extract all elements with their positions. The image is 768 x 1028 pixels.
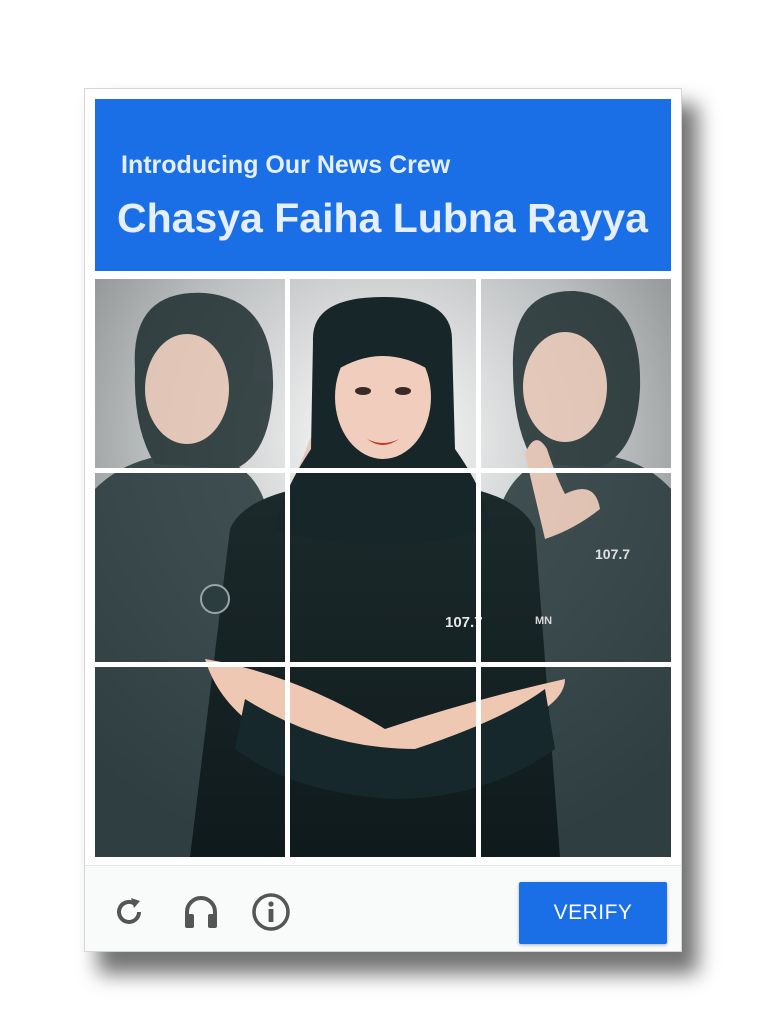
image-grid[interactable]: 107.7 107.7 MN (95, 279, 671, 857)
grid-divider (285, 279, 290, 857)
header-title: Chasya Faiha Lubna Rayya (117, 195, 648, 241)
headphones-icon[interactable] (179, 890, 223, 934)
svg-text:MN: MN (535, 615, 552, 627)
verify-button[interactable]: VERIFY (519, 882, 667, 944)
svg-text:107.7: 107.7 (595, 546, 630, 562)
header-subtitle: Introducing Our News Crew (121, 151, 451, 179)
captcha-card: Introducing Our News Crew Chasya Faiha L… (84, 88, 682, 952)
reload-icon[interactable] (107, 890, 151, 934)
grid-divider (95, 468, 671, 473)
grid-divider (476, 279, 481, 857)
crew-photo: 107.7 107.7 MN (95, 279, 671, 857)
grid-divider (95, 662, 671, 667)
captcha-header: Introducing Our News Crew Chasya Faiha L… (95, 99, 671, 271)
captcha-footer: VERIFY (85, 865, 681, 951)
info-icon[interactable] (249, 890, 293, 934)
